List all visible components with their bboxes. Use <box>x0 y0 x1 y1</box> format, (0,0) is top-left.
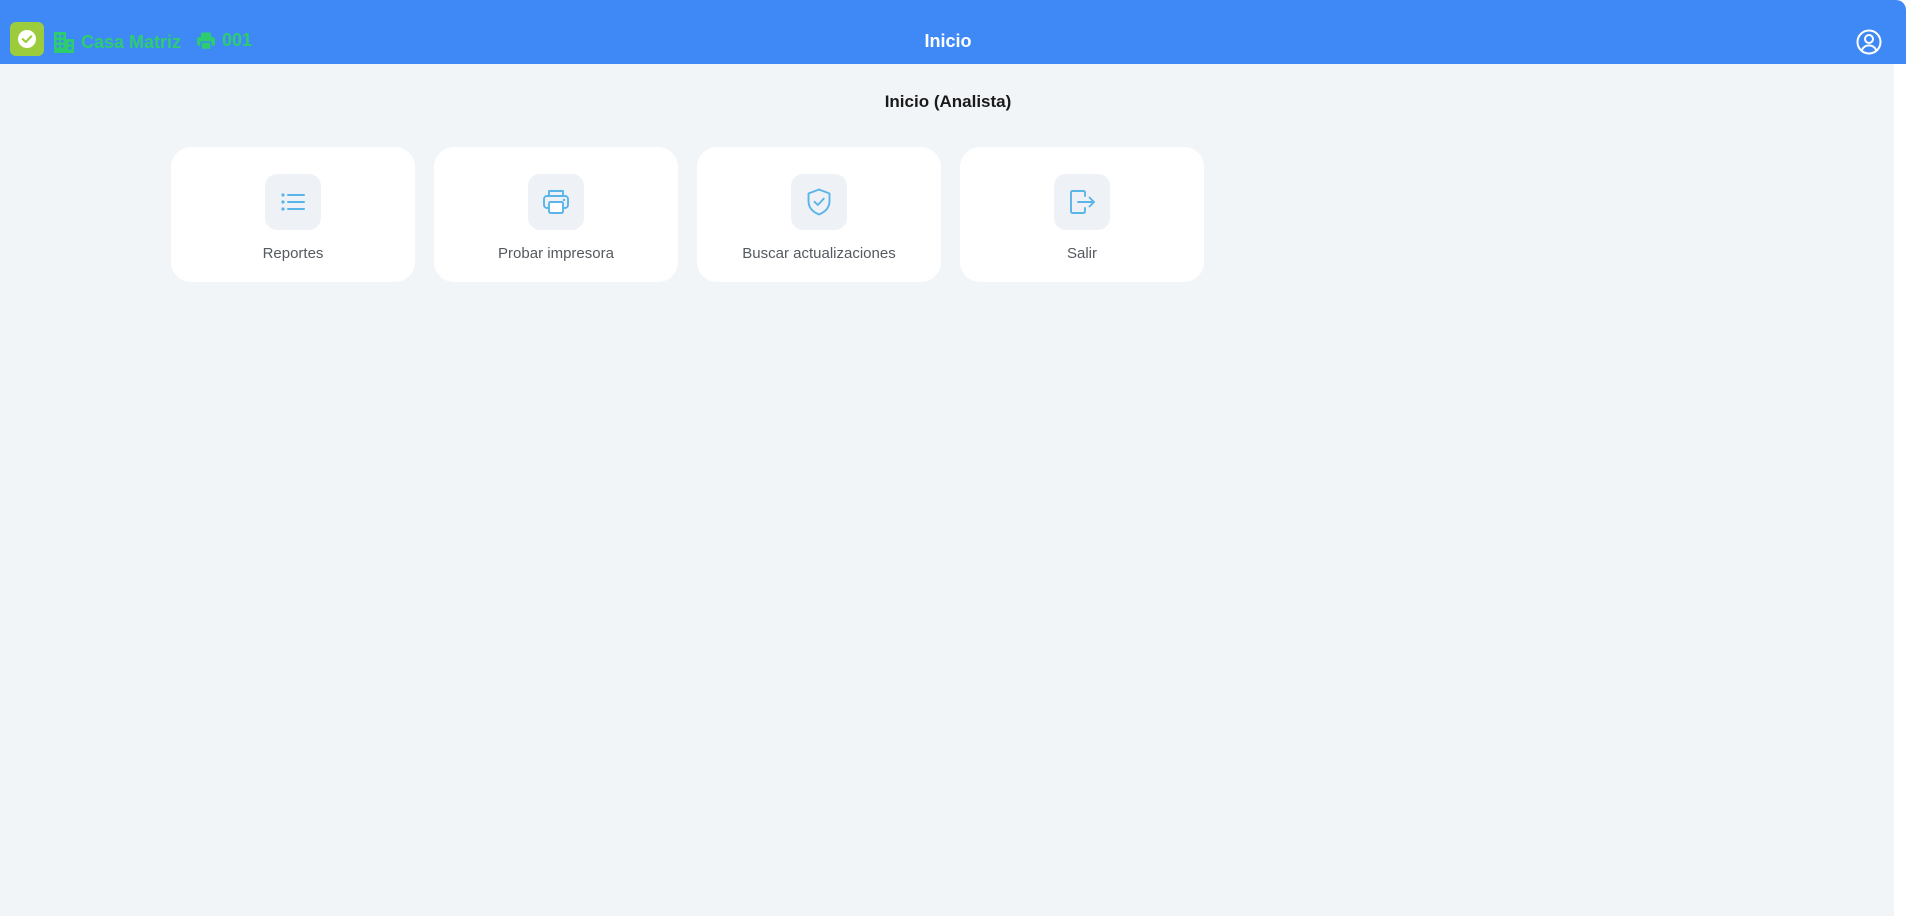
test-printer-card[interactable]: Probar impresora <box>434 147 678 282</box>
top-bar: Casa Matriz 001 Inicio <box>0 0 1906 64</box>
card-label: Probar impresora <box>498 245 614 262</box>
reports-card[interactable]: Reportes <box>171 147 415 282</box>
card-icon-tile <box>265 174 321 230</box>
header-title: Inicio <box>924 31 972 51</box>
list-icon <box>281 193 305 211</box>
printer-icon <box>543 190 569 214</box>
card-icon-tile <box>791 174 847 230</box>
account-button[interactable] <box>1856 29 1882 55</box>
action-cards: Reportes Probar impresora Buscar actuali… <box>171 147 1204 282</box>
page-title: Inicio (Analista) <box>884 92 1012 111</box>
shield-check-icon <box>807 188 831 216</box>
logout-card[interactable]: Salir <box>960 147 1204 282</box>
user-circle-icon <box>1856 29 1882 55</box>
card-label: Salir <box>1066 245 1097 262</box>
card-icon-tile <box>528 174 584 230</box>
card-icon-tile <box>1054 174 1110 230</box>
app-window: Casa Matriz 001 Inicio Inicio (Analista) <box>0 0 1906 916</box>
check-updates-card[interactable]: Buscar actualizaciones <box>697 147 941 282</box>
card-label: Buscar actualizaciones <box>742 245 896 262</box>
logout-icon <box>1070 190 1095 214</box>
window-edge <box>1894 0 1906 916</box>
card-label: Reportes <box>262 245 324 262</box>
